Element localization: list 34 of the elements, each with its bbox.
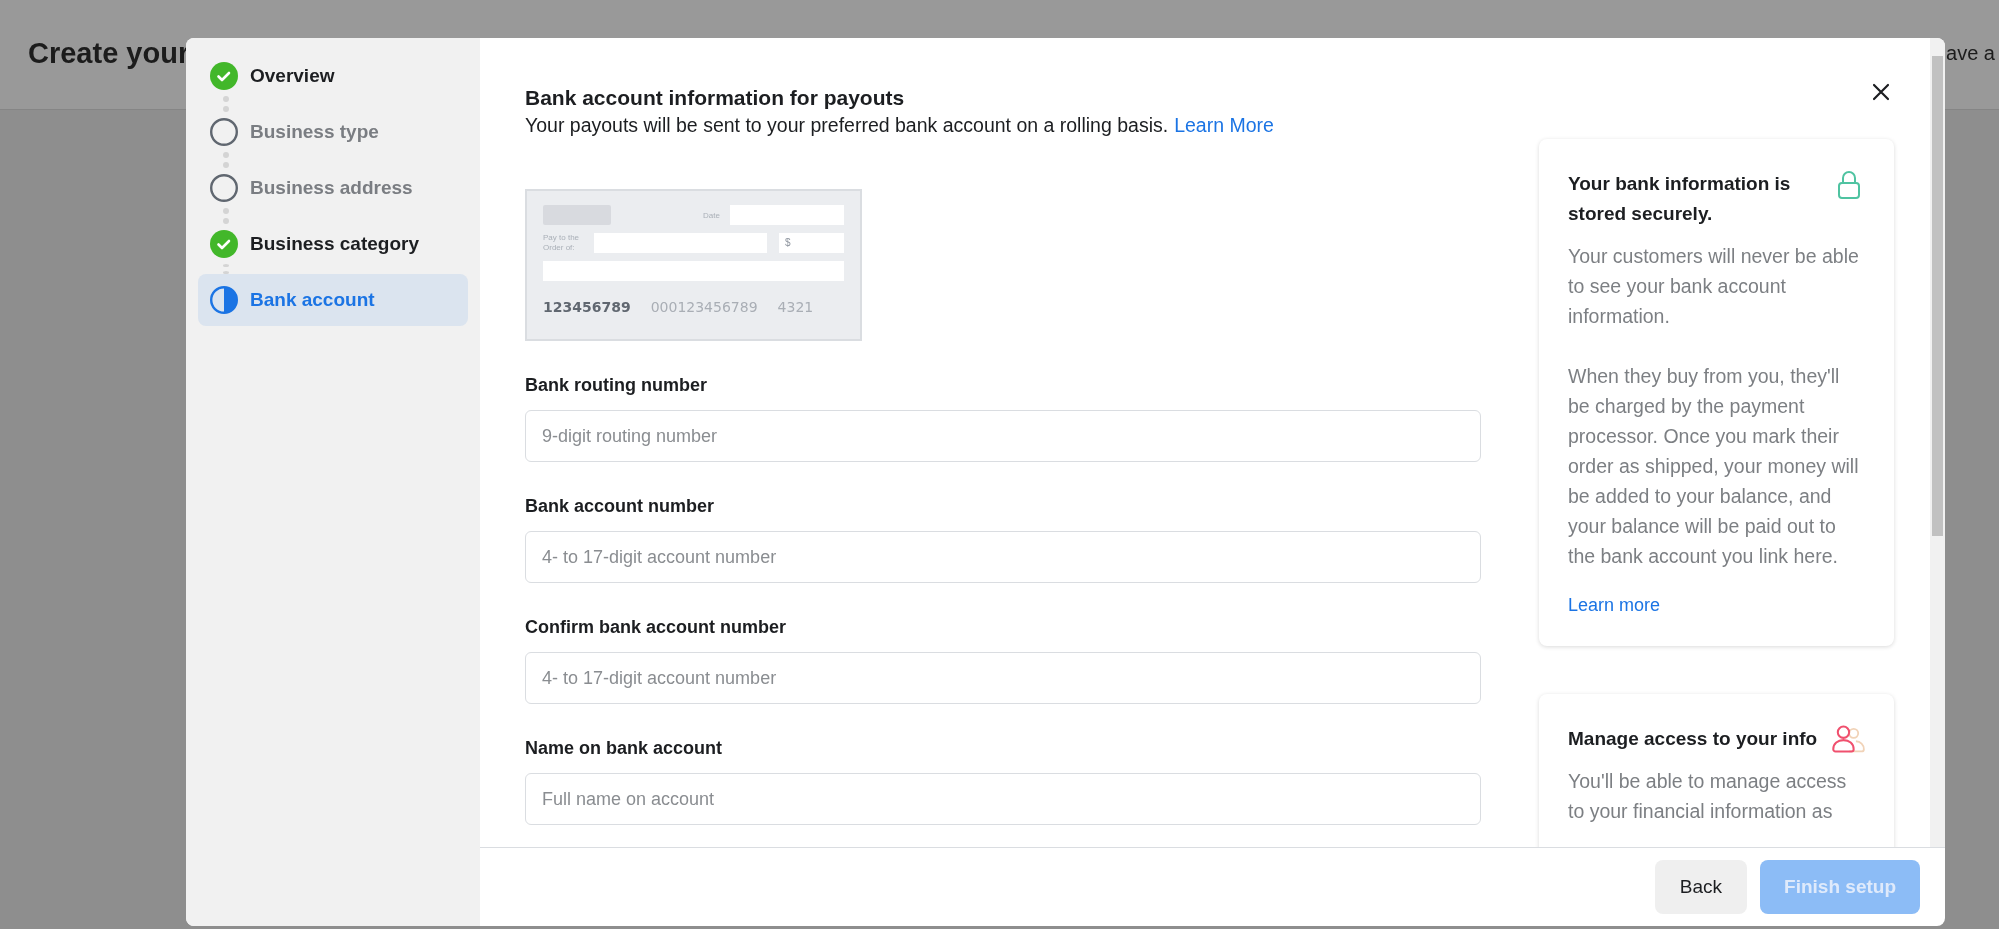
dialog-title: Bank account information for payouts [525, 86, 906, 110]
step-item[interactable]: Business address [198, 168, 468, 208]
input-field[interactable]: 9-digit routing number [525, 410, 1481, 462]
back-button[interactable]: Back [1654, 860, 1748, 914]
close-icon [1871, 82, 1891, 102]
check-routing-number: 123456789 [543, 299, 631, 315]
page-title: Create your [28, 37, 190, 70]
step-item[interactable]: Business type [198, 112, 468, 152]
dialog-subtitle: Your payouts will be sent to your preferred bank account on a rolling basis. [525, 114, 1169, 137]
card-text: You'll be able to manage access to your financial information as [1568, 769, 1848, 824]
check-amount-box: $ [779, 233, 844, 253]
input-field[interactable]: 4- to 17-digit account number [525, 652, 1481, 704]
people-icon [1831, 724, 1865, 754]
scrollbar-thumb[interactable] [1932, 56, 1943, 536]
lock-icon [1837, 169, 1861, 201]
scrollbar[interactable] [1930, 38, 1945, 847]
input-field[interactable]: Full name on account [525, 773, 1481, 825]
step-item[interactable]: Bank account [198, 274, 468, 326]
learn-more-link[interactable]: Learn more [1568, 595, 1661, 616]
card-title: Manage access to your info [1568, 727, 1818, 751]
learn-more-link[interactable]: Learn More [1174, 114, 1274, 137]
check-number: 4321 [777, 299, 814, 315]
field-label: Bank routing number [525, 375, 708, 396]
step-item[interactable]: Overview [198, 56, 468, 96]
card-title: Your bank information is stored securely. [1568, 172, 1792, 226]
field-label: Name on bank account [525, 738, 724, 759]
card-text: When they buy from you, they'll be charged by the payment processor. Once you mark their order as shipped, your money will be added to your balance, and your balance will be paid out to the bank account you link here. [1568, 364, 1860, 569]
check-account-number: 000123456789 [650, 299, 758, 315]
field-label: Confirm bank account number [525, 617, 788, 638]
field-label: Bank account number [525, 496, 716, 517]
card-text: Your customers will never be able to see your bank account information. [1568, 244, 1860, 329]
step-item[interactable]: Business category [198, 224, 468, 264]
input-field[interactable]: 4- to 17-digit account number [525, 531, 1481, 583]
header-text: ave a [1946, 41, 1995, 65]
